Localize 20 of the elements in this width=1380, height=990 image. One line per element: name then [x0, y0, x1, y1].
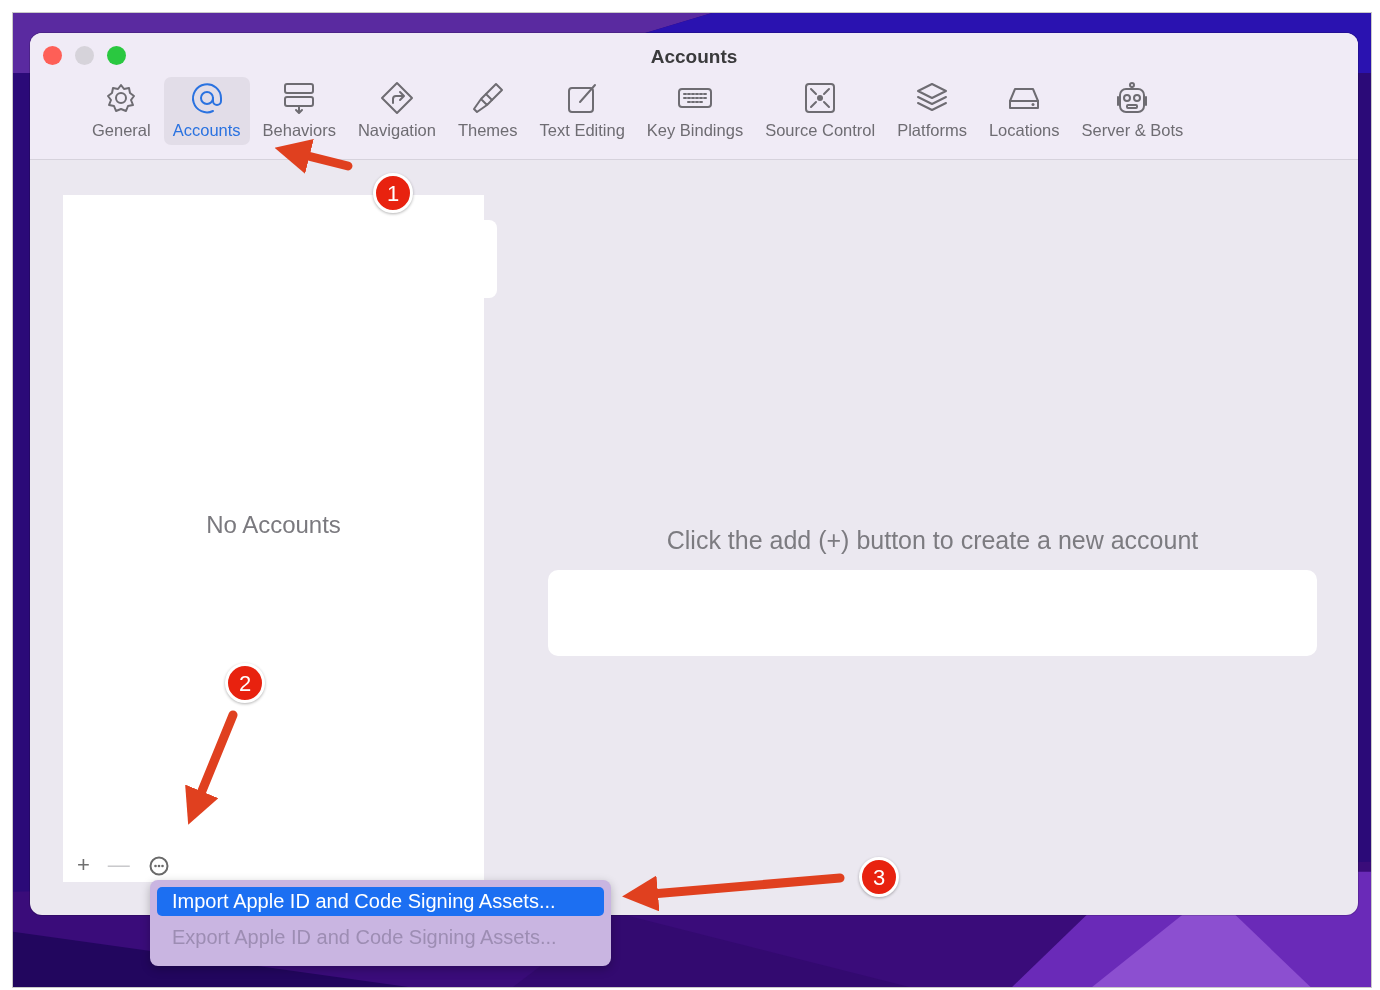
toolbar-tab[interactable]: Behaviors: [253, 77, 345, 145]
close-button[interactable]: [43, 46, 62, 65]
toolbar-tab[interactable]: Navigation: [348, 77, 445, 145]
toolbar-tab[interactable]: Accounts: [163, 77, 250, 145]
toolbar-tab[interactable]: Locations: [979, 77, 1069, 145]
zoom-button[interactable]: [107, 46, 126, 65]
more-icon: [147, 854, 170, 877]
toolbar-tab[interactable]: Server & Bots: [1072, 77, 1193, 145]
toolbar-tab[interactable]: Themes: [448, 77, 527, 145]
hint-text: Click the add (+) button to create a new account: [666, 526, 1199, 554]
toolbar-tab[interactable]: General: [83, 77, 160, 145]
add-button[interactable]: +: [71, 852, 96, 878]
toolbar-tab[interactable]: Source Control: [756, 77, 885, 145]
toolbar-tab[interactable]: Key Bindings: [637, 77, 753, 145]
diamond-arrow-icon: [378, 81, 415, 115]
menu-item[interactable]: Import Apple ID and Code Signing Assets...: [157, 887, 604, 916]
window-title: Accounts: [650, 46, 738, 67]
toolbar-tab[interactable]: Platforms: [888, 77, 976, 145]
empty-message: No Accounts: [206, 511, 341, 538]
toolbar-tab[interactable]: Text Editing: [530, 77, 634, 145]
